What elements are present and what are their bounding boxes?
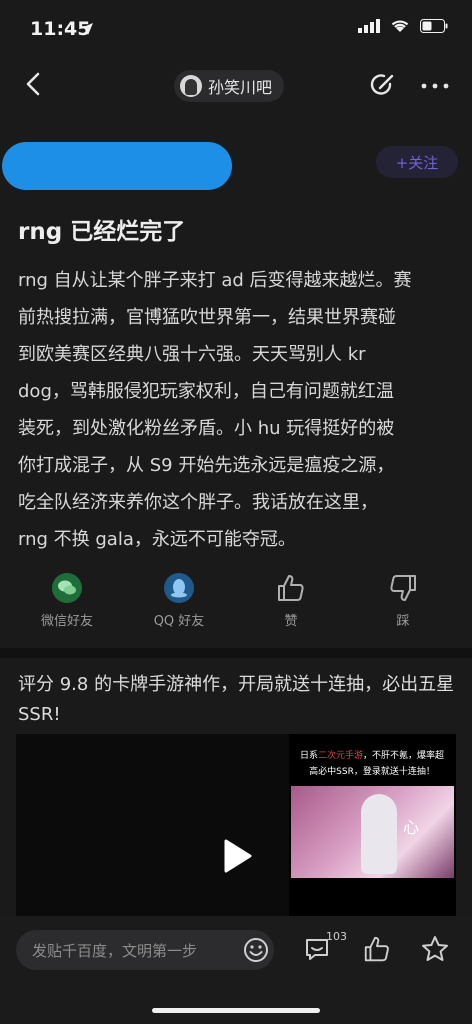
follow-button[interactable]: +关注 xyxy=(376,146,458,178)
share-qq-label: QQ 好友 xyxy=(153,614,205,629)
like-label: 赞 xyxy=(284,614,298,629)
edit-icon[interactable] xyxy=(368,70,398,104)
post-line: rng 不换 gala，永远不可能夺冠。 xyxy=(18,529,296,550)
star-icon[interactable] xyxy=(420,934,450,968)
forum-chip[interactable]: 孙笑川吧 xyxy=(174,70,285,102)
forum-name: 孙笑川吧 xyxy=(208,78,273,97)
redacted-author-blur xyxy=(2,142,232,190)
ad-character xyxy=(361,794,397,874)
bottom-bar: 发贴千百度，文明第一步 103 xyxy=(0,916,472,1024)
comment-count: 103 xyxy=(326,930,347,943)
post-line: 吃全队经济来养你这个胖子。我话放在这里， xyxy=(18,492,378,513)
qq-icon xyxy=(163,572,195,604)
more-icon[interactable] xyxy=(420,76,450,95)
share-actions: 微信好友 QQ 好友 赞 踩 xyxy=(0,568,472,634)
share-wechat-label: 微信好友 xyxy=(40,614,93,629)
post-line: 到欧美赛区经典八强十六强。天天骂别人 kr xyxy=(18,344,366,365)
share-qq-button[interactable]: QQ 好友 xyxy=(134,568,224,629)
ad-artwork: 心 xyxy=(291,786,454,878)
thumbs-down-icon xyxy=(387,572,419,604)
ad-caption-highlight: 二次元手游 xyxy=(317,751,363,761)
reply-input-placeholder: 发贴千百度，文明第一步 xyxy=(32,942,198,960)
author-row: +关注 xyxy=(0,138,472,190)
ad-text[interactable]: 评分 9.8 的卡牌手游神作，开局就送十连抽，必出五星 SSR! xyxy=(18,670,458,730)
forum-avatar xyxy=(180,75,202,97)
thumbs-up-icon[interactable] xyxy=(362,934,392,968)
nav-bar: 孙笑川吧 xyxy=(0,58,472,112)
post-title: rng 已经烂完了 xyxy=(18,219,186,245)
ad-banner: 日系二次元手游，不肝不氪，爆率超高必中SSR，登录就送十连抽！ 心 xyxy=(289,734,456,916)
thumbs-up-icon xyxy=(275,572,307,604)
share-wechat-button[interactable]: 微信好友 xyxy=(22,568,112,629)
post-line: 你打成混子，从 S9 开始先选永远是瘟疫之源， xyxy=(18,455,395,476)
battery-icon xyxy=(420,18,448,37)
wifi-icon xyxy=(390,18,410,37)
signal-icon xyxy=(358,18,380,37)
status-bar: 11:45 xyxy=(0,0,472,58)
dislike-button[interactable]: 踩 xyxy=(358,568,448,629)
emoji-icon[interactable] xyxy=(242,936,270,968)
post-line: 前热搜拉满，官博猛吹世界第一，结果世界赛碰 xyxy=(18,307,396,328)
home-indicator xyxy=(152,1008,320,1013)
section-divider xyxy=(0,648,472,658)
reply-input[interactable]: 发贴千百度，文明第一步 xyxy=(16,930,274,970)
ad-caption: 日系二次元手游，不肝不氪，爆率超高必中SSR，登录就送十连抽！ xyxy=(297,748,447,780)
ad-logo: 心 xyxy=(403,818,420,837)
ad-video[interactable]: 日系二次元手游，不肝不氪，爆率超高必中SSR，登录就送十连抽！ 心 xyxy=(16,734,456,916)
post-body: rng 自从让某个胖子来打 ad 后变得越来越烂。赛 前热搜拉满，官博猛吹世界第… xyxy=(18,262,458,558)
dislike-label: 踩 xyxy=(396,614,410,629)
post-line: 装死，到处激化粉丝矛盾。小 hu 玩得挺好的被 xyxy=(18,418,395,439)
like-button[interactable]: 赞 xyxy=(246,568,336,629)
wechat-icon xyxy=(51,572,83,604)
ad-caption-part: 日系 xyxy=(299,751,318,761)
post-line: dog，骂韩服侵犯玩家权利，自己有问题就红温 xyxy=(18,381,394,402)
post-line: rng 自从让某个胖子来打 ad 后变得越来越烂。赛 xyxy=(18,270,412,291)
back-arrow-icon[interactable] xyxy=(20,68,50,100)
location-arrow-icon xyxy=(80,21,94,40)
play-icon[interactable] xyxy=(216,836,256,876)
